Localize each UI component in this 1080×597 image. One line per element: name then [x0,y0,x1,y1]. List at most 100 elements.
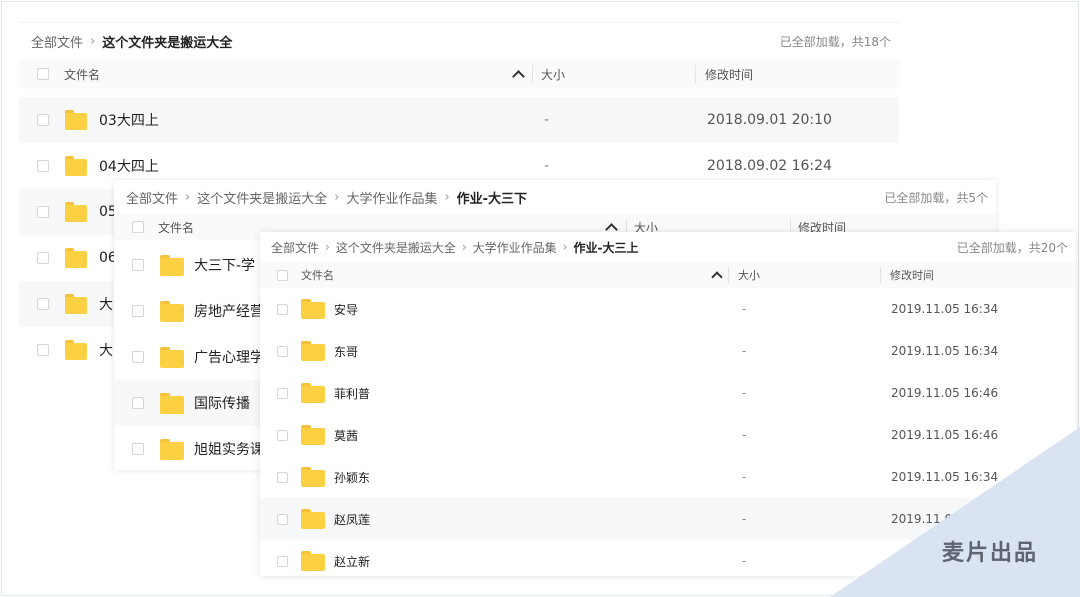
file-name[interactable]: 赵立新 [334,553,370,570]
folder-icon [65,202,87,222]
file-name[interactable]: 03大四上 [99,110,159,130]
chevron-right-icon: › [90,33,96,49]
column-header-size[interactable]: 大小 [738,267,760,283]
modified-time: 2018.09.02 16:24 [707,158,832,174]
select-all-checkbox[interactable] [37,68,49,80]
table-row[interactable]: 东哥 - 2019.11.05 16:34 [260,330,1076,372]
folder-icon [160,392,184,414]
row-checkbox[interactable] [132,397,144,409]
breadcrumb-item-current: 这个文件夹是搬运大全 [102,35,233,51]
breadcrumb-item-all-files[interactable]: 全部文件 [31,32,83,51]
breadcrumb: 全部文件 › 这个文件夹是搬运大全 已全部加载，共18个 [19,23,899,59]
file-size: - [742,344,747,358]
file-name[interactable]: 房地产经营 [194,301,264,321]
chevron-right-icon: › [334,189,340,205]
row-checkbox[interactable] [37,114,49,126]
watermark-triangle [830,427,1080,597]
load-status: 已全部加载，共18个 [779,34,891,49]
load-status: 已全部加载，共20个 [956,240,1068,255]
folder-icon [301,551,325,571]
breadcrumb-item[interactable]: 这个文件夹是搬运大全 [336,239,456,256]
row-checkbox[interactable] [37,206,49,218]
row-checkbox[interactable] [277,387,288,399]
row-checkbox[interactable] [132,443,144,455]
row-checkbox[interactable] [277,513,288,525]
row-checkbox[interactable] [37,344,49,356]
folder-icon [65,294,87,314]
chevron-right-icon: › [325,240,330,254]
folder-icon [301,509,325,529]
file-name[interactable]: 莫茜 [334,427,358,444]
table-row[interactable]: 安导 - 2019.11.05 16:34 [260,288,1076,330]
select-all-checkbox[interactable] [277,269,288,281]
column-header-name[interactable]: 文件名 [64,66,100,83]
row-checkbox[interactable] [37,298,49,310]
modified-time: 2018.09.01 20:10 [707,112,832,128]
table-row[interactable]: 03大四上 - 2018.09.01 20:10 [19,97,899,143]
column-divider [880,267,881,283]
watermark: 麦片出品 [830,427,1080,597]
file-size: - [742,386,747,400]
column-header-size[interactable]: 大小 [541,66,565,83]
file-name[interactable]: 赵凤莲 [334,511,370,528]
breadcrumb: 全部文件 › 这个文件夹是搬运大全 › 大学作业作品集 › 作业-大三上 已全部… [260,232,1076,262]
sort-up-icon[interactable] [512,69,525,83]
file-name[interactable]: 广告心理学 [194,347,264,367]
breadcrumb-item[interactable]: 大学作业作品集 [346,188,437,207]
folder-icon [65,340,87,360]
column-header-name[interactable]: 文件名 [301,267,334,283]
file-name[interactable]: 大 [99,340,113,360]
breadcrumb-item[interactable]: 这个文件夹是搬运大全 [197,188,327,207]
sort-up-icon[interactable] [711,271,723,283]
folder-icon [160,438,184,460]
folder-icon [301,299,325,319]
column-header-name[interactable]: 文件名 [158,219,194,236]
row-checkbox[interactable] [132,259,144,271]
chevron-right-icon: › [185,189,191,205]
folder-icon [301,383,325,403]
file-name[interactable]: 大三下-学 [194,255,255,275]
column-divider [695,65,696,83]
modified-time: 2019.11.05 16:34 [891,302,999,316]
file-name[interactable]: 东哥 [334,343,358,360]
row-checkbox[interactable] [37,160,49,172]
select-all-checkbox[interactable] [132,221,144,233]
folder-icon [65,110,87,130]
chevron-right-icon: › [444,189,450,205]
row-checkbox[interactable] [132,351,144,363]
file-name[interactable]: 菲利普 [334,385,370,402]
breadcrumb-item-current: 作业-大三下 [456,191,528,207]
breadcrumb-item[interactable]: 大学作业作品集 [473,239,557,256]
row-checkbox[interactable] [277,471,288,483]
column-header-modified[interactable]: 修改时间 [705,66,753,83]
folder-icon [65,248,87,268]
folder-icon [301,425,325,445]
modified-time: 2019.11.05 16:34 [891,344,999,358]
watermark-text: 麦片出品 [941,541,1038,566]
column-divider [532,65,533,83]
row-checkbox[interactable] [277,303,288,315]
file-name[interactable]: 国际传播 [194,393,250,413]
row-checkbox[interactable] [132,305,144,317]
folder-icon [160,254,184,276]
file-name[interactable]: 旭姐实务课 [194,439,264,459]
row-checkbox[interactable] [277,345,288,357]
folder-icon [160,300,184,322]
folder-icon [65,156,87,176]
folder-icon [160,346,184,368]
table-row[interactable]: 菲利普 - 2019.11.05 16:46 [260,372,1076,414]
row-checkbox[interactable] [277,429,288,441]
breadcrumb-item-all-files[interactable]: 全部文件 [126,188,178,207]
breadcrumb-item-all-files[interactable]: 全部文件 [271,239,319,256]
row-checkbox[interactable] [37,252,49,264]
file-name[interactable]: 孙颖东 [334,469,370,486]
file-name[interactable]: 大 [99,294,113,314]
row-checkbox[interactable] [277,555,288,567]
folder-icon [301,341,325,361]
load-status: 已全部加载，共5个 [884,190,988,205]
modified-time: 2019.11.05 16:46 [891,386,999,400]
column-header-modified[interactable]: 修改时间 [890,267,934,283]
file-size: - [742,428,747,442]
file-name[interactable]: 安导 [334,301,358,318]
file-name[interactable]: 04大四上 [99,156,159,176]
